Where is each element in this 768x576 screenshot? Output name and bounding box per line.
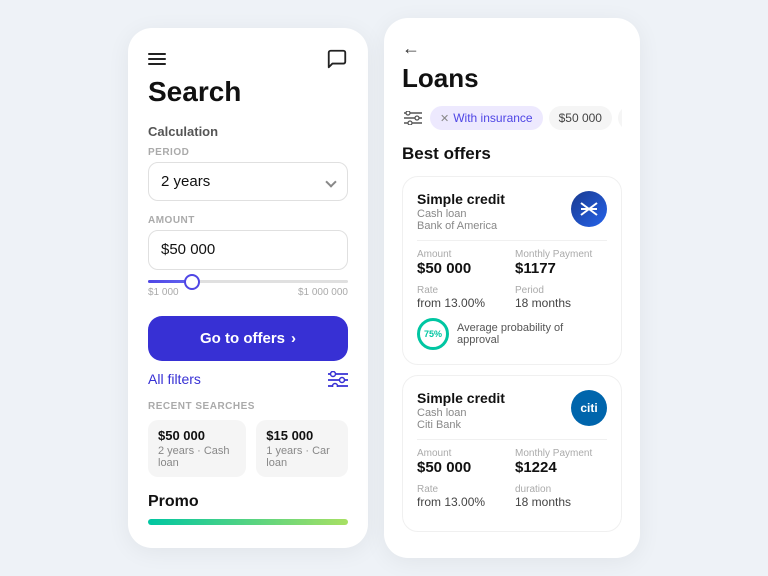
approval-text-1: Average probability of approval — [457, 322, 607, 346]
period-label: PERIOD — [148, 147, 348, 158]
chip-years[interactable]: 2 — [618, 106, 622, 130]
slider-max: $1 000 000 — [298, 287, 348, 298]
left-panel: Search Calculation PERIOD 2 years AMOUNT… — [128, 28, 368, 548]
offer-meta-1: Rate from 13.00% Period 18 months — [417, 285, 607, 310]
offer-card-1: Simple credit Cash loan Bank of America … — [402, 176, 622, 365]
best-offers-title: Best offers — [402, 144, 622, 164]
recent-search-item-2[interactable]: $15 000 1 years · Car loan — [256, 420, 348, 477]
stat-amount-1: Amount $50 000 — [417, 249, 509, 277]
meta-period-1: Period 18 months — [515, 285, 607, 310]
offer-bank-1: Bank of America — [417, 220, 505, 232]
filter-icon[interactable] — [402, 109, 424, 127]
offer-name-2: Simple credit — [417, 390, 505, 406]
approval-row-1: 75% Average probability of approval — [417, 318, 607, 350]
go-offers-button[interactable]: Go to offers › — [148, 316, 348, 361]
meta-period-2: duration 18 months — [515, 484, 607, 509]
page-title: Search — [148, 76, 348, 108]
all-filters-link[interactable]: All filters — [148, 371, 201, 387]
offer-stats-1: Amount $50 000 Monthly Payment $1177 — [417, 249, 607, 277]
chip-amount-label: $50 000 — [559, 111, 602, 125]
promo-bar — [148, 519, 348, 525]
meta-rate-2: Rate from 13.00% — [417, 484, 509, 509]
chip-amount[interactable]: $50 000 — [549, 106, 612, 130]
back-button[interactable]: ← — [402, 38, 622, 59]
period-select[interactable]: 2 years — [148, 162, 348, 201]
recent-desc-2: 1 years · Car loan — [266, 445, 338, 469]
recent-desc-1: 2 years · Cash loan — [158, 445, 236, 469]
offer-type-1: Cash loan — [417, 208, 505, 220]
offer-info-2: Simple credit Cash loan Citi Bank — [417, 390, 505, 431]
slider-container: $1 000 $1 000 000 — [148, 280, 348, 298]
calculation-label: Calculation — [148, 124, 348, 139]
recent-searches-label: RECENT SEARCHES — [148, 401, 348, 412]
amount-label: AMOUNT — [148, 215, 348, 226]
offer-card-2: Simple credit Cash loan Citi Bank citi A… — [402, 375, 622, 532]
offer-divider-1 — [417, 240, 607, 241]
recent-search-item-1[interactable]: $50 000 2 years · Cash loan — [148, 420, 246, 477]
recent-amount-1: $50 000 — [158, 428, 236, 443]
go-offers-label: Go to offers — [200, 330, 285, 347]
offer-bank-2: Citi Bank — [417, 419, 505, 431]
filters-chips: ✕ With insurance $50 000 2 — [402, 106, 622, 130]
menu-icon[interactable] — [148, 53, 166, 65]
chevron-down-icon — [325, 176, 336, 187]
offer-divider-2 — [417, 439, 607, 440]
filters-row: All filters — [148, 371, 348, 387]
offer-header-2: Simple credit Cash loan Citi Bank citi — [417, 390, 607, 431]
offer-meta-2: Rate from 13.00% duration 18 months — [417, 484, 607, 509]
chip-close-icon[interactable]: ✕ — [440, 112, 449, 125]
bank-logo-citi: citi — [571, 390, 607, 426]
left-header — [148, 48, 348, 70]
right-panel: ← Loans ✕ With insurance $50 000 2 Best … — [384, 18, 640, 558]
offer-type-2: Cash loan — [417, 407, 505, 419]
bank-logo-bofa — [571, 191, 607, 227]
amount-input-wrap — [148, 230, 348, 270]
offer-info-1: Simple credit Cash loan Bank of America — [417, 191, 505, 232]
period-value: 2 years — [161, 173, 210, 190]
chip-insurance[interactable]: ✕ With insurance — [430, 106, 543, 130]
approval-circle-1: 75% — [417, 318, 449, 350]
offer-header-1: Simple credit Cash loan Bank of America — [417, 191, 607, 232]
slider-labels: $1 000 $1 000 000 — [148, 287, 348, 298]
stat-amount-2: Amount $50 000 — [417, 448, 509, 476]
recent-amount-2: $15 000 — [266, 428, 338, 443]
recent-searches: $50 000 2 years · Cash loan $15 000 1 ye… — [148, 420, 348, 477]
offer-stats-2: Amount $50 000 Monthly Payment $1224 — [417, 448, 607, 476]
offer-name-1: Simple credit — [417, 191, 505, 207]
stat-monthly-1: Monthly Payment $1177 — [515, 249, 607, 277]
chip-insurance-label: With insurance — [453, 111, 532, 125]
stat-monthly-2: Monthly Payment $1224 — [515, 448, 607, 476]
filter-sliders-icon[interactable] — [328, 371, 348, 387]
chat-icon[interactable] — [326, 48, 348, 70]
slider-track — [148, 280, 348, 283]
amount-input[interactable] — [161, 241, 335, 258]
promo-label: Promo — [148, 493, 348, 511]
arrow-right-icon: › — [291, 330, 296, 347]
slider-thumb[interactable] — [184, 274, 200, 290]
promo-section: Promo — [148, 493, 348, 525]
meta-rate-1: Rate from 13.00% — [417, 285, 509, 310]
loans-title: Loans — [402, 63, 622, 94]
slider-min: $1 000 — [148, 287, 179, 298]
